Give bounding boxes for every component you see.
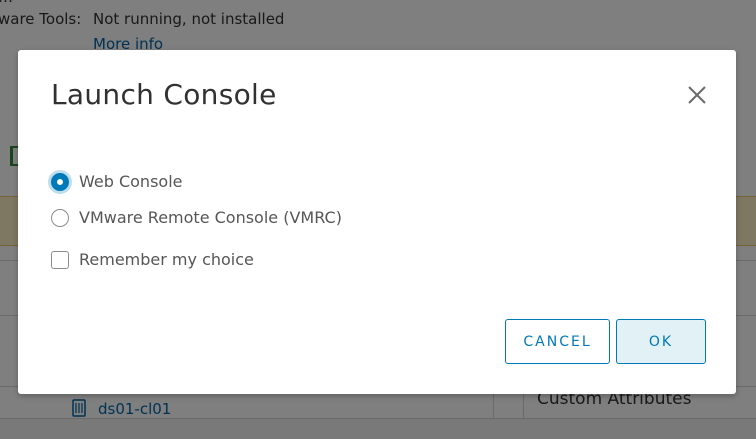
- web-console-radio[interactable]: [51, 172, 69, 191]
- web-console-option[interactable]: Web Console: [51, 172, 182, 191]
- vmrc-option[interactable]: VMware Remote Console (VMRC): [51, 208, 342, 227]
- remember-choice-checkbox[interactable]: [51, 250, 69, 269]
- vmrc-label: VMware Remote Console (VMRC): [79, 208, 342, 227]
- cancel-button[interactable]: CANCEL: [505, 319, 610, 364]
- remember-choice-label: Remember my choice: [79, 250, 254, 269]
- close-icon[interactable]: [686, 84, 708, 106]
- launch-console-dialog: Launch Console Web Console VMware Remote…: [18, 50, 736, 394]
- web-console-label: Web Console: [79, 172, 183, 191]
- remember-choice-option[interactable]: Remember my choice: [51, 250, 254, 269]
- ok-button[interactable]: OK: [616, 319, 706, 364]
- vmrc-radio[interactable]: [51, 208, 69, 227]
- dialog-title: Launch Console: [51, 78, 277, 111]
